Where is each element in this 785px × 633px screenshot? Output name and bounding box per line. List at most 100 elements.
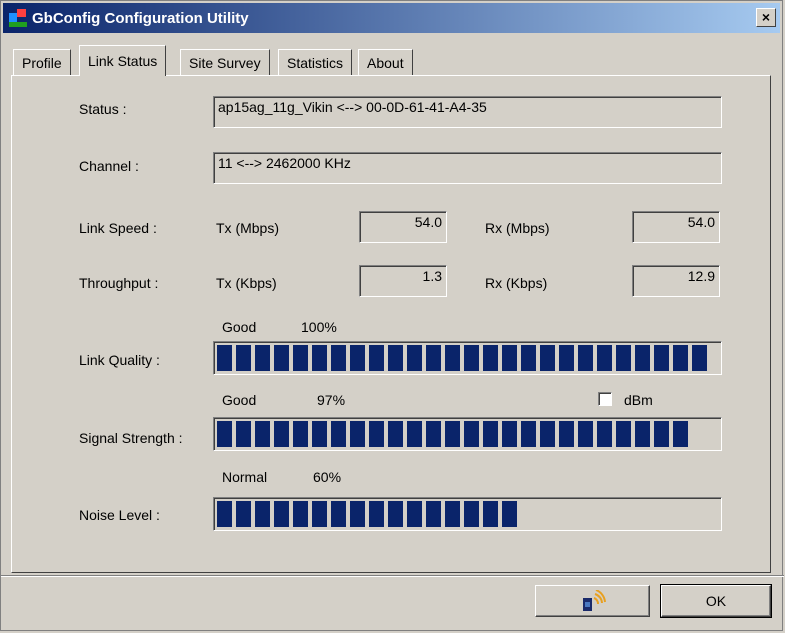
close-button[interactable]: ×	[756, 8, 776, 27]
throughput-rx-label: Rx (Kbps)	[485, 275, 548, 291]
level-segment	[255, 421, 270, 447]
tab-about[interactable]: About	[358, 49, 413, 76]
level-segment	[464, 501, 479, 527]
level-segment	[217, 421, 232, 447]
link-speed-label: Link Speed :	[79, 220, 157, 236]
level-segment	[236, 501, 251, 527]
link-speed-tx-value: 54.0	[359, 211, 447, 243]
link-quality-bar	[213, 341, 722, 375]
link-quality-rating: Good	[222, 319, 257, 335]
level-segment	[236, 345, 251, 371]
level-segment	[483, 421, 498, 447]
tab-statistics[interactable]: Statistics	[278, 49, 353, 76]
level-segment	[255, 501, 270, 527]
level-segment	[236, 421, 251, 447]
link-speed-rx-label: Rx (Mbps)	[485, 220, 550, 236]
level-segment	[426, 501, 441, 527]
level-segment	[255, 345, 270, 371]
footer-separator	[1, 575, 784, 577]
level-segment	[426, 421, 441, 447]
level-segment	[388, 501, 403, 527]
level-segment	[616, 421, 631, 447]
level-segment	[483, 345, 498, 371]
level-segment	[502, 421, 517, 447]
level-segment	[673, 345, 688, 371]
level-segment	[312, 345, 327, 371]
level-segment	[274, 501, 289, 527]
link-speed-rx-value: 54.0	[632, 211, 720, 243]
level-segment	[331, 345, 346, 371]
link-quality-percent: 100%	[301, 319, 337, 335]
link-quality-label: Link Quality :	[79, 352, 160, 368]
throughput-rx-value: 12.9	[632, 265, 720, 297]
level-segment	[293, 501, 308, 527]
noise-level-label: Noise Level :	[79, 507, 160, 523]
tab-profile[interactable]: Profile	[13, 49, 71, 76]
level-segment	[369, 345, 384, 371]
level-segment	[673, 421, 688, 447]
noise-level-bar	[213, 497, 722, 531]
level-segment	[464, 345, 479, 371]
level-segment	[521, 345, 536, 371]
level-segment	[369, 501, 384, 527]
link-speed-tx-label: Tx (Mbps)	[216, 220, 279, 236]
throughput-label: Throughput :	[79, 275, 159, 291]
channel-label: Channel :	[79, 158, 139, 174]
level-segment	[445, 345, 460, 371]
level-segment	[654, 421, 669, 447]
level-segment	[407, 345, 422, 371]
level-segment	[350, 421, 365, 447]
wireless-card-icon	[582, 589, 606, 612]
status-label: Status :	[79, 101, 127, 117]
level-segment	[407, 501, 422, 527]
level-segment	[616, 345, 631, 371]
level-segment	[312, 421, 327, 447]
signal-strength-rating: Good	[222, 392, 257, 408]
level-segment	[559, 345, 574, 371]
signal-strength-bar	[213, 417, 722, 451]
level-segment	[597, 345, 612, 371]
level-segment	[350, 345, 365, 371]
level-segment	[350, 501, 365, 527]
level-segment	[521, 421, 536, 447]
signal-strength-label: Signal Strength :	[79, 430, 183, 446]
level-segment	[578, 345, 593, 371]
level-segment	[635, 421, 650, 447]
level-segment	[217, 501, 232, 527]
tab-link-status[interactable]: Link Status	[79, 45, 167, 76]
config-window: GbConfig Configuration Utility × Profile…	[0, 0, 784, 631]
level-segment	[483, 501, 498, 527]
title-bar[interactable]: GbConfig Configuration Utility ×	[3, 3, 780, 33]
level-segment	[654, 345, 669, 371]
level-segment	[445, 421, 460, 447]
level-segment	[331, 421, 346, 447]
signal-strength-percent: 97%	[317, 392, 346, 408]
throughput-tx-label: Tx (Kbps)	[216, 275, 277, 291]
level-segment	[559, 421, 574, 447]
level-segment	[597, 421, 612, 447]
level-segment	[635, 345, 650, 371]
level-segment	[388, 421, 403, 447]
dbm-checkbox[interactable]	[598, 392, 612, 406]
level-segment	[217, 345, 232, 371]
level-segment	[464, 421, 479, 447]
level-segment	[274, 345, 289, 371]
level-segment	[331, 501, 346, 527]
tab-site-survey[interactable]: Site Survey	[180, 49, 270, 76]
level-segment	[293, 345, 308, 371]
radio-toggle-button[interactable]	[535, 585, 650, 617]
level-segment	[293, 421, 308, 447]
status-field: ap15ag_11g_Vikin <--> 00-0D-61-41-A4-35	[213, 96, 722, 128]
level-segment	[502, 345, 517, 371]
level-segment	[692, 345, 707, 371]
level-segment	[388, 345, 403, 371]
level-segment	[312, 501, 327, 527]
level-segment	[502, 501, 517, 527]
throughput-tx-value: 1.3	[359, 265, 447, 297]
level-segment	[445, 501, 460, 527]
level-segment	[407, 421, 422, 447]
ok-button[interactable]: OK	[660, 584, 772, 618]
level-segment	[578, 421, 593, 447]
level-segment	[426, 345, 441, 371]
level-segment	[274, 421, 289, 447]
